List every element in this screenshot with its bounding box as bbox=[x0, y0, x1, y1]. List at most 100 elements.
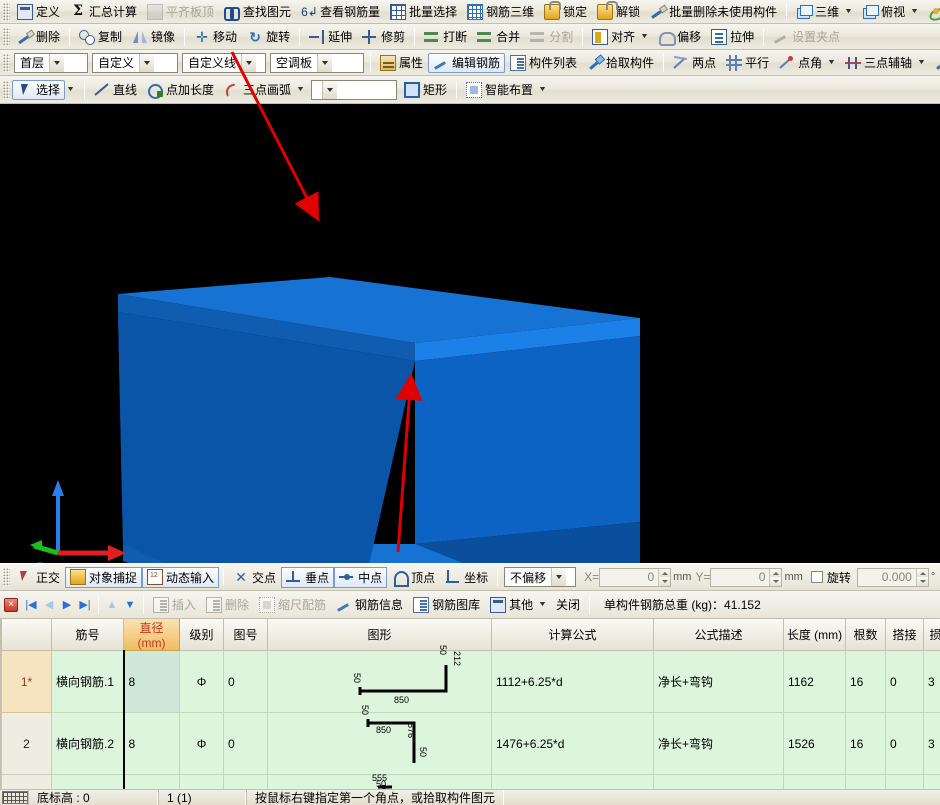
toolbar-item-set-grip[interactable]: 设置夹点 bbox=[768, 27, 845, 47]
toolbar-item-pick-component[interactable]: 拾取构件 bbox=[582, 53, 659, 73]
row-index[interactable]: 1* bbox=[2, 651, 52, 713]
toolbar-item-select[interactable]: 选择 bbox=[12, 80, 65, 100]
chevron-down-icon[interactable]: ▼ bbox=[917, 59, 926, 66]
nav-last-button[interactable]: ▶| bbox=[76, 596, 94, 614]
toolbar-item-extend[interactable]: 延伸 bbox=[304, 27, 357, 47]
col-grade[interactable]: 级别 bbox=[180, 619, 224, 651]
row-index-header[interactable] bbox=[2, 619, 52, 651]
toolbar-grip[interactable] bbox=[3, 568, 10, 586]
rebar-item-other[interactable]: 其他▼ bbox=[485, 595, 551, 615]
toggle-coordinate[interactable]: 坐标 bbox=[440, 567, 493, 588]
toolbar-item-split[interactable]: 分割 bbox=[525, 27, 578, 47]
toolbar-item-component-list[interactable]: 构件列表 bbox=[505, 53, 582, 73]
chevron-down-icon[interactable] bbox=[49, 54, 64, 72]
close-icon[interactable]: × bbox=[4, 598, 18, 612]
rebar-item-delete[interactable]: 删除 bbox=[201, 595, 254, 615]
cell-drawing-number[interactable]: 0 bbox=[224, 651, 268, 713]
chevron-down-icon[interactable]: ▼ bbox=[640, 33, 649, 40]
category-selector[interactable]: 自定义 bbox=[92, 53, 178, 73]
toolbar-item-three-point-axis[interactable]: 三点辅轴▼ bbox=[840, 53, 930, 73]
cell-formula[interactable]: 1112+6.25*d bbox=[492, 651, 654, 713]
toolbar-item-move[interactable]: ✛移动 bbox=[189, 27, 242, 47]
cell-grade[interactable]: Φ bbox=[180, 651, 224, 713]
chevron-down-icon[interactable] bbox=[139, 54, 154, 72]
toolbar-item-point-plus-length[interactable]: 点加长度 bbox=[142, 80, 219, 100]
toggle-vertex[interactable]: 顶点 bbox=[387, 567, 440, 588]
rotate-checkbox[interactable] bbox=[811, 571, 823, 583]
nav-prev-button[interactable]: ◀ bbox=[40, 596, 58, 614]
rebar-item-rebar-info[interactable]: 钢筋信息 bbox=[331, 595, 408, 615]
chevron-down-icon[interactable] bbox=[241, 54, 256, 72]
chevron-down-icon[interactable] bbox=[322, 81, 337, 99]
toolbar-item-dynamic-orbit[interactable]: 动态观察 bbox=[923, 2, 940, 22]
model-viewport[interactable]: Z bbox=[0, 104, 940, 563]
col-loss[interactable]: 损耗 bbox=[924, 619, 940, 651]
col-formula[interactable]: 计算公式 bbox=[492, 619, 654, 651]
toggle-object-snap[interactable]: 对象捕捉 bbox=[65, 567, 142, 588]
cell-length[interactable]: 1526 bbox=[784, 713, 846, 775]
toggle-perpendicular[interactable]: 垂点 bbox=[281, 567, 334, 588]
cell-grade[interactable]: Φ bbox=[180, 713, 224, 775]
toolbar-item-properties[interactable]: 属性 bbox=[375, 53, 428, 73]
col-shape[interactable]: 图形 bbox=[268, 619, 492, 651]
element-type-selector[interactable]: 自定义线 bbox=[182, 53, 266, 73]
chevron-down-icon[interactable] bbox=[317, 54, 332, 72]
toolbar-item-top-view[interactable]: 俯视▼ bbox=[857, 2, 923, 22]
chevron-down-icon[interactable]: ▼ bbox=[66, 86, 75, 93]
rebar-item-scale-rebar[interactable]: 缩尺配筋 bbox=[254, 595, 331, 615]
toolbar-item-two-point[interactable]: 两点 bbox=[668, 53, 721, 73]
rotate-spinner[interactable] bbox=[916, 569, 928, 586]
x-spinner[interactable] bbox=[658, 569, 670, 586]
toolbar-grip[interactable] bbox=[3, 3, 10, 21]
component-selector[interactable]: 空调板 bbox=[270, 53, 364, 73]
toolbar-item-parallel[interactable]: 平行 bbox=[721, 53, 774, 73]
toolbar-item-merge[interactable]: 合并 bbox=[472, 27, 525, 47]
toolbar-item-copy[interactable]: 复制 bbox=[74, 27, 127, 47]
toolbar-item-rotate[interactable]: ↻旋转 bbox=[242, 27, 295, 47]
chevron-down-icon[interactable] bbox=[551, 568, 566, 586]
toolbar-grip[interactable] bbox=[3, 54, 10, 72]
toolbar-item-stretch[interactable]: 拉伸 bbox=[706, 27, 759, 47]
toolbar-item-view-rebar-qty[interactable]: 6↲查看钢筋量 bbox=[296, 2, 385, 22]
toolbar-item-unlock[interactable]: 解锁 bbox=[592, 2, 645, 22]
toolbar-item-rebar-3d[interactable]: 钢筋三维 bbox=[462, 2, 539, 22]
cell-formula-desc[interactable]: 净长+弯钩 bbox=[654, 651, 784, 713]
toolbar-item-three-point-arc[interactable]: 三点画弧▼ bbox=[219, 80, 309, 100]
rebar-item-close[interactable]: 关闭 bbox=[551, 595, 585, 615]
toggle-dynamic-input[interactable]: 动态输入 bbox=[142, 567, 219, 588]
toggle-intersection[interactable]: ✕交点 bbox=[228, 567, 281, 588]
cell-shape[interactable]: 50 850 576 50 bbox=[268, 713, 492, 775]
cell-loss[interactable]: 3 bbox=[924, 651, 940, 713]
chevron-down-icon[interactable]: ▼ bbox=[827, 59, 836, 66]
cell-rebar-number[interactable]: 横向钢筋.2 bbox=[52, 713, 124, 775]
chevron-down-icon[interactable]: ▼ bbox=[538, 601, 547, 608]
toolbar-grip[interactable] bbox=[3, 81, 10, 99]
nav-first-button[interactable]: |◀ bbox=[22, 596, 40, 614]
rotate-input[interactable]: 0.000 bbox=[857, 568, 929, 587]
col-length[interactable]: 长度 (mm) bbox=[784, 619, 846, 651]
cell-diameter[interactable]: 8 bbox=[124, 651, 180, 713]
table-row[interactable]: 2 横向钢筋.2 8 Φ 0 50 850 576 50 bbox=[2, 713, 940, 775]
col-rebar-number[interactable]: 筋号 bbox=[52, 619, 124, 651]
rebar-item-insert[interactable]: 插入 bbox=[148, 595, 201, 615]
x-offset-input[interactable]: 0 bbox=[599, 568, 671, 587]
nav-next-button[interactable]: ▶ bbox=[58, 596, 76, 614]
toolbar-item-smart-layout[interactable]: 智能布置▼ bbox=[461, 80, 551, 100]
toolbar-item-offset[interactable]: 偏移 bbox=[653, 27, 706, 47]
cell-lap[interactable]: 0 bbox=[886, 713, 924, 775]
cell-loss[interactable]: 3 bbox=[924, 713, 940, 775]
toolbar-item-mirror[interactable]: 镜像 bbox=[127, 27, 180, 47]
toolbar-item-delete-axis[interactable]: 删除辅轴 bbox=[930, 53, 940, 73]
floor-selector[interactable]: 首层 bbox=[14, 53, 88, 73]
toggle-ortho[interactable]: 正交 bbox=[12, 567, 65, 588]
y-spinner[interactable] bbox=[769, 569, 781, 586]
toolbar-item-point-angle[interactable]: 点角▼ bbox=[774, 53, 840, 73]
y-offset-input[interactable]: 0 bbox=[710, 568, 782, 587]
chevron-down-icon[interactable]: ▼ bbox=[538, 86, 547, 93]
toolbar-item-define[interactable]: 定义 bbox=[12, 2, 65, 22]
chevron-down-icon[interactable]: ▼ bbox=[296, 86, 305, 93]
toolbar-item-3d-view[interactable]: 三维▼ bbox=[791, 2, 857, 22]
cell-rebar-number[interactable]: 横向钢筋.1 bbox=[52, 651, 124, 713]
toolbar-item-batch-delete-unused[interactable]: 批量删除未使用构件 bbox=[645, 2, 782, 22]
toolbar-item-line[interactable]: 直线 bbox=[89, 80, 142, 100]
